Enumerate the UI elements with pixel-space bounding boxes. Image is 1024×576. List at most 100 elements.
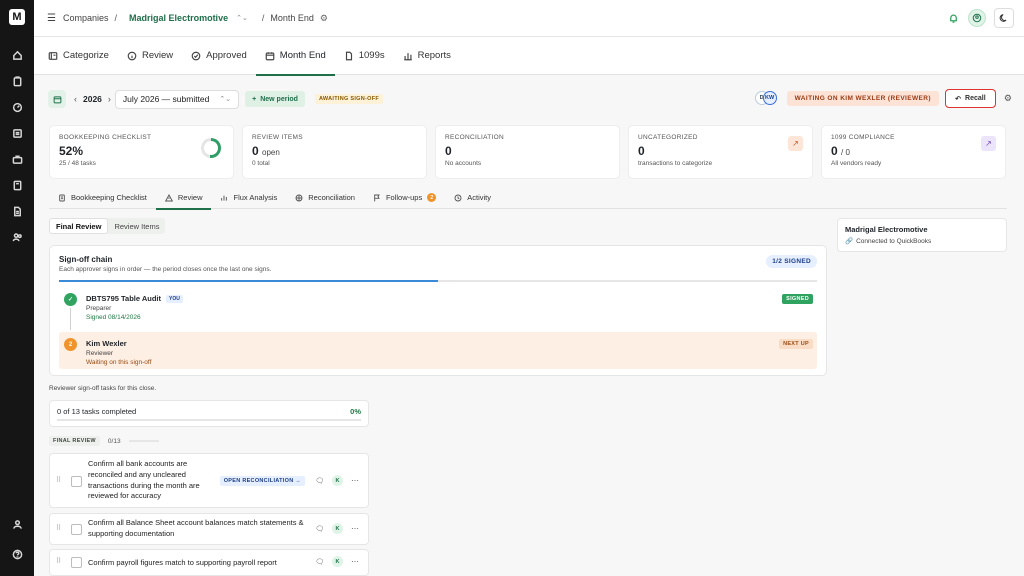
clipboard-icon[interactable] [9,73,25,89]
tab-label: Review [141,50,174,61]
tab-label: Reports [417,50,451,61]
gauge-icon[interactable] [9,99,25,115]
menu-icon[interactable]: ☰ [47,13,57,24]
approver-avatars: D KW [754,90,779,107]
subtab-label: Reconciliation [308,193,355,202]
compliance-card[interactable]: 1099 COMPLIANCE 0 / 0 All vendors ready … [821,125,1006,179]
segment-review-items[interactable]: Review Items [108,218,165,234]
breadcrumb-companies[interactable]: Companies [63,13,109,23]
assignee-avatar[interactable]: K [332,523,343,534]
sub-tabs: Bookkeeping Checklist Review Flux Analys… [49,187,1007,210]
segment-final-review[interactable]: Final Review [49,218,109,234]
progress-ring [201,138,221,158]
signer-row: 2 Kim Wexler Reviewer Waiting on this si… [59,332,817,369]
help-icon[interactable] [9,546,25,562]
signer-connector [70,308,71,330]
settings-icon[interactable]: ⚙ [1004,93,1012,104]
reconciliation-card[interactable]: RECONCILIATION 0 No accounts [435,125,620,179]
home-icon[interactable] [9,47,25,63]
more-icon[interactable]: ⋯ [351,476,359,485]
signer-name: DBTS795 Table Audit YOU [86,294,183,304]
page-settings-icon[interactable]: ⚙ [320,13,328,24]
task-checkbox[interactable] [71,524,82,535]
sidebar: M [0,0,34,576]
subtab-follow-ups[interactable]: Follow-ups 2 [364,187,445,209]
subtab-review[interactable]: Review [155,187,212,210]
new-period-button[interactable]: + New period [245,91,305,107]
tab-categorize[interactable]: Categorize [39,37,118,75]
subtab-flux-analysis[interactable]: Flux Analysis [211,187,286,209]
warning-icon [164,193,173,201]
signoff-progress-bar [59,280,817,282]
prev-year-icon[interactable]: ‹ [74,94,77,104]
task-checkbox[interactable] [71,476,82,487]
briefcase-icon[interactable] [9,151,25,167]
card-value: 52% [59,144,84,158]
info-icon [127,51,137,60]
period-bar: ‹ 2026 › July 2026 — submitted ⌃⌄ + New … [48,88,1012,110]
main-tabs: Categorize Review Approved Month End 109… [34,37,1024,76]
task-checkbox[interactable] [71,557,82,568]
next-year-icon[interactable]: › [108,94,111,104]
users-icon[interactable] [9,229,25,245]
tab-month-end[interactable]: Month End [255,37,335,76]
ledger-icon[interactable] [9,125,25,141]
assignee-avatar[interactable]: K [332,475,343,486]
review-items-card[interactable]: REVIEW ITEMS 0 open 0 total [242,125,427,179]
you-badge: YOU [166,295,183,304]
card-sub: No accounts [445,160,482,167]
subtab-reconciliation[interactable]: Reconciliation [286,187,364,209]
stat-cards: BOOKKEEPING CHECKLIST 52% 25 / 48 tasks … [49,125,1006,179]
account-button[interactable] [968,9,986,27]
subtab-label: Follow-ups [385,193,423,202]
app-logo[interactable]: M [9,9,25,25]
bell-icon[interactable] [946,11,960,25]
card-value: 0 [638,144,645,158]
breadcrumb-company[interactable]: Madrigal Electromotive [129,13,228,23]
uncategorized-card[interactable]: UNCATEGORIZED 0 transactions to categori… [628,125,813,179]
external-link-icon[interactable]: ↗ [788,136,803,151]
comment-icon[interactable]: 🗨 [315,558,324,566]
subtab-label: Activity [467,193,491,202]
more-icon[interactable]: ⋯ [351,524,359,533]
card-value-unit: open [262,148,280,157]
subtab-activity[interactable]: Activity [445,187,500,209]
tab-1099s[interactable]: 1099s [335,37,394,75]
user-icon[interactable] [9,516,25,532]
signer-status: Signed 08/14/2026 [86,314,141,321]
company-switch-icon[interactable]: ⌃⌄ [236,14,248,22]
signer-role: Preparer [86,305,112,312]
checklist-card[interactable]: BOOKKEEPING CHECKLIST 52% 25 / 48 tasks [49,125,234,179]
open-reconciliation-link[interactable]: OPEN RECONCILIATION → [219,475,306,486]
calendar-button[interactable] [48,90,66,108]
document-icon[interactable] [9,203,25,219]
task-actions: OPEN RECONCILIATION → 🗨 K ⋯ [219,475,359,486]
tasks-progress-text: 0 of 13 tasks completed [57,407,137,416]
tab-approved[interactable]: Approved [182,37,256,75]
breadcrumb-separator: / [261,13,265,23]
drag-handle-icon[interactable]: ⠿ [56,476,61,484]
external-link-icon[interactable]: ↗ [981,136,996,151]
comment-icon[interactable]: 🗨 [315,525,324,533]
tab-review[interactable]: Review [118,37,182,75]
period-select[interactable]: July 2026 — submitted ⌃⌄ [114,89,240,109]
assignee-avatar[interactable]: K [332,556,343,567]
plus-icon: + [252,95,257,103]
drag-handle-icon[interactable]: ⠿ [56,524,61,532]
theme-toggle-button[interactable] [994,8,1014,28]
signoff-title: Sign-off chain [59,255,113,264]
history-icon [454,194,462,201]
more-icon[interactable]: ⋯ [351,557,359,566]
card-label: 1099 COMPLIANCE [831,134,895,141]
top-right-actions [946,8,1014,28]
tab-reports[interactable]: Reports [394,37,460,75]
sidebar-nav [9,47,25,245]
next-up-badge: NEXT UP [779,339,813,349]
comment-icon[interactable]: 🗨 [315,477,324,485]
drag-handle-icon[interactable]: ⠿ [56,557,61,565]
card-label: RECONCILIATION [445,134,504,141]
subtab-bookkeeping-checklist[interactable]: Bookkeeping Checklist [49,187,156,209]
recall-button[interactable]: ↶ Recall [944,89,996,108]
book-icon[interactable] [9,177,25,193]
signer-status: Waiting on this sign-off [86,359,152,366]
